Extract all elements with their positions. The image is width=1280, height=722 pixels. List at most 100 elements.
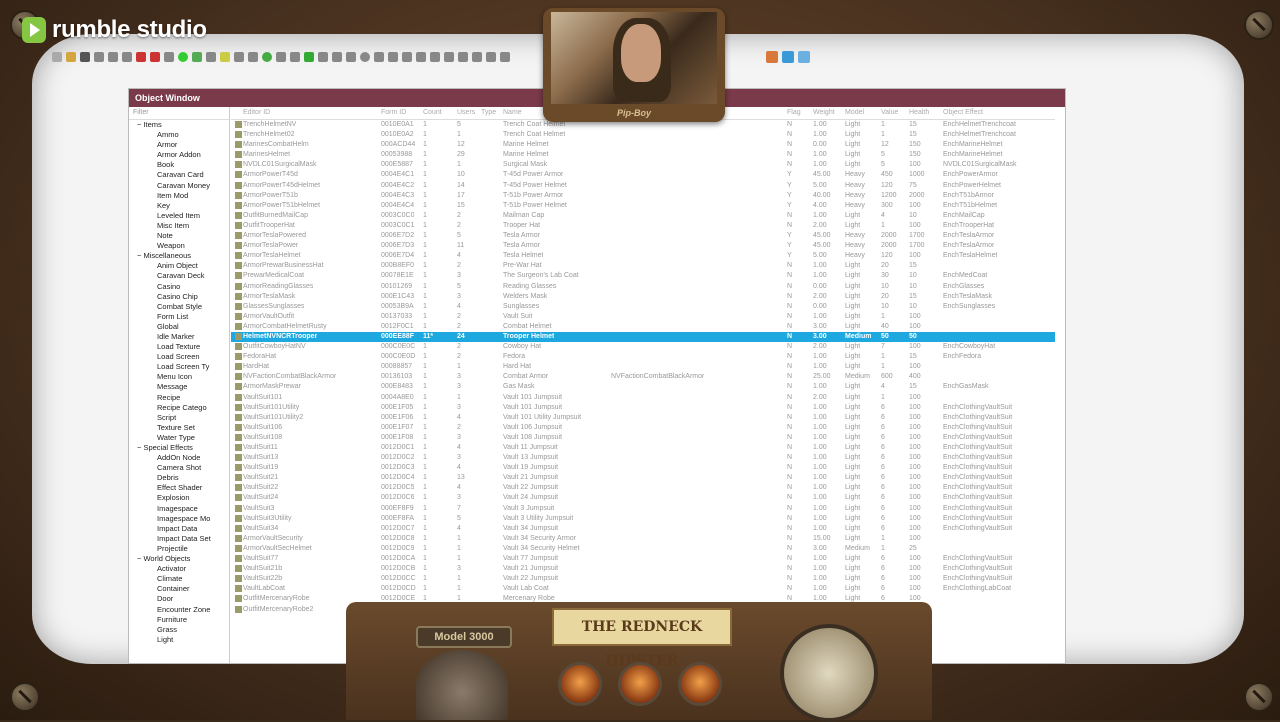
tree-item[interactable]: − World Objects (129, 554, 229, 564)
column-header[interactable]: Editor ID (243, 107, 270, 119)
tree-item[interactable]: Book (129, 160, 229, 170)
tree-item[interactable]: Caravan Card (129, 170, 229, 180)
tree-item[interactable]: Idle Marker (129, 332, 229, 342)
tree-item[interactable]: Effect Shader (129, 483, 229, 493)
grid-icon[interactable] (318, 52, 328, 62)
table-row[interactable]: VaultSuit77 0012D0CA 1 1 Vault 77 Jumpsuit N 1… (231, 554, 1055, 564)
rotate-icon[interactable] (346, 52, 356, 62)
column-header[interactable]: Weight (813, 107, 835, 119)
dots-icon[interactable] (206, 52, 216, 62)
pencil-icon[interactable] (220, 52, 230, 62)
tree-item[interactable]: Camera Shot (129, 463, 229, 473)
tree-item[interactable]: − Special Effects (129, 443, 229, 453)
tree-item[interactable]: Script (129, 413, 229, 423)
circle-icon[interactable] (360, 52, 370, 62)
new-icon[interactable] (52, 52, 62, 62)
tree-item[interactable]: Water Type (129, 433, 229, 443)
table-row[interactable]: ArmorPrewarBusinessHat 000B8EF0 1 2 Pre-War … (231, 261, 1055, 271)
tree-item[interactable]: Impact Data Set (129, 534, 229, 544)
table-row[interactable]: ArmorCombatHelmetRusty 0012F0C1 1 2 Combat H… (231, 322, 1055, 332)
table-row[interactable]: VaultSuit34 0012D0C7 1 4 Vault 34 Jumpsuit N 1… (231, 524, 1055, 534)
tree-item[interactable]: Armor Addon (129, 150, 229, 160)
table-row[interactable]: HardHat 00088857 1 1 Hard Hat N 1.00 Light 1 100 (231, 362, 1055, 372)
tree-item[interactable]: Key (129, 201, 229, 211)
cursor-icon[interactable] (164, 52, 174, 62)
tree-item[interactable]: Impact Data (129, 524, 229, 534)
table-row[interactable]: VaultSuit106 000E1F07 1 2 Vault 106 Jumpsuit… (231, 423, 1055, 433)
nodes-icon[interactable] (472, 52, 482, 62)
tree-item[interactable]: Form List (129, 312, 229, 322)
orb-icon[interactable] (178, 52, 188, 62)
table-row[interactable]: OutfitCowboyHatNV 000C0E0C 1 2 Cowboy Hat N 2.… (231, 342, 1055, 352)
tree-item[interactable]: − Miscellaneous (129, 251, 229, 261)
tree-item[interactable]: Furniture (129, 615, 229, 625)
table-row[interactable]: ArmorVaultSecHelmet 0012D0C9 1 1 Vault 34 Se… (231, 544, 1055, 554)
tree-item[interactable]: Load Screen (129, 352, 229, 362)
tree-item[interactable]: Ammo (129, 130, 229, 140)
refresh-icon[interactable] (248, 52, 258, 62)
table-row[interactable]: VaultSuit21b 0012D0CB 1 3 Vault 21 Jumpsuit N… (231, 564, 1055, 574)
table-row[interactable]: VaultSuit22b 0012D0CC 1 1 Vault 22 Jumpsuit N… (231, 574, 1055, 584)
table-row[interactable]: ArmorPowerT51bHelmet 0004E4C4 1 15 T-51b Pow… (231, 201, 1055, 211)
texture-icon[interactable] (766, 51, 778, 63)
column-header[interactable]: Form ID (381, 107, 406, 119)
tree-item[interactable]: Explosion (129, 493, 229, 503)
cut-icon[interactable] (94, 52, 104, 62)
tree-item[interactable]: − Items (129, 120, 229, 130)
column-header[interactable]: Type (481, 107, 496, 119)
table-row[interactable]: ArmorTeslaHelmet 0006E7D4 1 4 Tesla Helmet Y 5… (231, 251, 1055, 261)
tree-item[interactable]: Load Screen Ty (129, 362, 229, 372)
table-icon[interactable] (486, 52, 496, 62)
water-icon[interactable] (798, 51, 810, 63)
tree-item[interactable]: Casino (129, 282, 229, 292)
column-header[interactable]: Count (423, 107, 442, 119)
tree-item[interactable]: Grass (129, 625, 229, 635)
table-row[interactable]: VaultSuit19 0012D0C3 1 4 Vault 19 Jumpsuit N 1… (231, 463, 1055, 473)
copy-icon[interactable] (108, 52, 118, 62)
column-header[interactable]: Object Effect (943, 107, 983, 119)
tree-item[interactable]: Container (129, 584, 229, 594)
tree-item[interactable]: Recipe (129, 393, 229, 403)
box3-icon[interactable] (402, 52, 412, 62)
table-row[interactable]: ArmorPowerT45dHelmet 0004E4C2 1 14 T-45d Pow… (231, 181, 1055, 191)
tree-item[interactable]: Anim Object (129, 261, 229, 271)
table-row[interactable]: VaultSuit21 0012D0C4 1 13 Vault 21 Jumpsuit N… (231, 473, 1055, 483)
table-row[interactable]: VaultSuit3 000EF8F9 1 7 Vault 3 Jumpsuit N 1.0… (231, 504, 1055, 514)
stack-icon[interactable] (500, 52, 510, 62)
box-icon[interactable] (374, 52, 384, 62)
tree-item[interactable]: Caravan Money (129, 181, 229, 191)
flag-icon[interactable] (136, 52, 146, 62)
window3-icon[interactable] (444, 52, 454, 62)
table-row[interactable]: NVDLC01SurgicalMask 000E5887 1 1 Surgical Ma… (231, 160, 1055, 170)
table-row[interactable]: ArmorTeslaPowered 0006E7D2 1 5 Tesla Armor Y 4… (231, 231, 1055, 241)
tree-item[interactable]: Activator (129, 564, 229, 574)
tree-item[interactable]: Menu Icon (129, 372, 229, 382)
table-row[interactable]: OutfitTrooperHat 0003C0C1 1 2 Trooper Hat N 2.… (231, 221, 1055, 231)
tree-item[interactable]: Debris (129, 473, 229, 483)
speech-icon[interactable] (290, 52, 300, 62)
paste-icon[interactable] (122, 52, 132, 62)
table-row[interactable]: ArmorPowerT51b 0004E4C3 1 17 T-51b Power Arm… (231, 191, 1055, 201)
tree-item[interactable]: Imagespace Mo (129, 514, 229, 524)
table-row[interactable]: VaultSuit101 0004A8E0 1 1 Vault 101 Jumpsuit… (231, 393, 1055, 403)
tree-item[interactable]: Texture Set (129, 423, 229, 433)
table-row[interactable]: ArmorTeslaPower 0006E7D3 1 11 Tesla Armor Y 45… (231, 241, 1055, 251)
column-header[interactable]: Name (503, 107, 522, 119)
table-row[interactable]: VaultLabCoat 0012D0CD 1 1 Vault Lab Coat N 1.0… (231, 584, 1055, 594)
sky-icon[interactable] (782, 51, 794, 63)
tree-item[interactable]: Light (129, 635, 229, 645)
cloud-icon[interactable] (192, 52, 202, 62)
object-window[interactable]: Object Window Filter − Items Ammo Armor Arm… (128, 88, 1066, 664)
tree-item[interactable]: Leveled Item (129, 211, 229, 221)
table-row[interactable]: ArmorPowerT45d 0004E4C1 1 10 T-45d Power Arm… (231, 170, 1055, 180)
tree-item[interactable]: Combat Style (129, 302, 229, 312)
object-grid[interactable]: Editor ID Form ID Count Users Type Name Flag We… (231, 107, 1055, 663)
tree-item[interactable]: Encounter Zone (129, 605, 229, 615)
table-row[interactable]: VaultSuit3Utility 000EF8FA 1 5 Vault 3 Utili… (231, 514, 1055, 524)
bubble-icon[interactable] (276, 52, 286, 62)
save-icon[interactable] (80, 52, 90, 62)
column-header[interactable]: Value (881, 107, 898, 119)
table-row[interactable]: VaultSuit13 0012D0C2 1 3 Vault 13 Jumpsuit N 1… (231, 453, 1055, 463)
tree-item[interactable]: Caravan Deck (129, 271, 229, 281)
tree-item[interactable]: Projectile (129, 544, 229, 554)
